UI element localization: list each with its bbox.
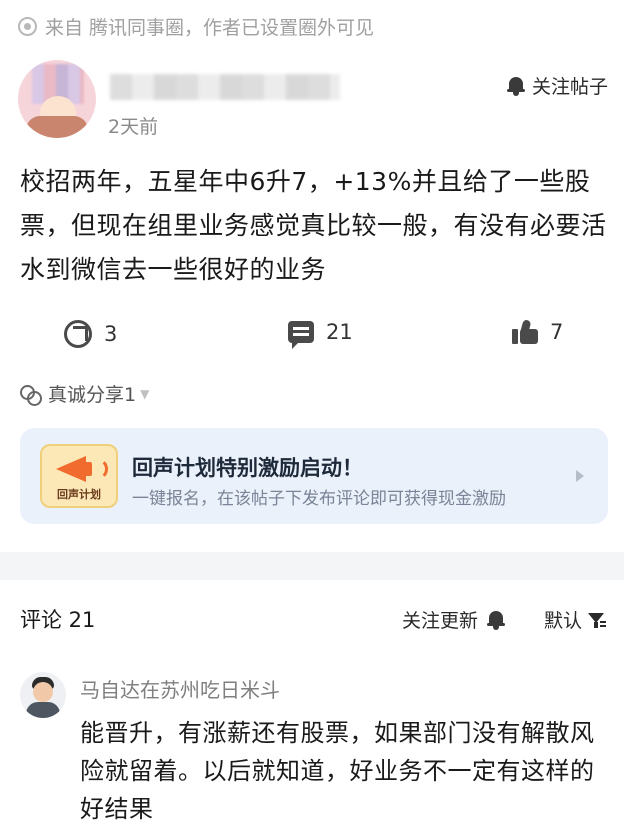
thumbs-up-icon — [512, 319, 538, 344]
like-count: 7 — [550, 320, 564, 344]
source-text: 来自 腾讯同事圈，作者已设置圈外可见 — [45, 16, 375, 39]
banner-logo-text: 回声计划 — [57, 488, 101, 501]
author-row: 2天前 关注帖子 — [18, 60, 610, 145]
commenter-avatar[interactable] — [20, 672, 66, 718]
sort-label: 默认 — [544, 610, 583, 632]
comment-icon — [288, 321, 314, 349]
banner-title: 回声计划特别激励启动！ — [132, 456, 363, 480]
post-time: 2天前 — [108, 116, 159, 138]
bell-icon — [506, 76, 526, 96]
bell-icon — [486, 610, 506, 630]
share-icon — [64, 320, 92, 348]
comment-item: 马自达在苏州吃日米斗 能晋升，有涨薪还有股票，如果部门没有解散风险就留着。以后就… — [0, 668, 624, 832]
author-avatar[interactable] — [18, 60, 96, 138]
caret-down-icon: ▼ — [140, 386, 150, 401]
tag-label: 真诚分享1 — [48, 384, 137, 406]
post-actions: 3 21 7 — [0, 312, 624, 356]
comments-title: 评论 21 — [20, 608, 96, 632]
source-circle-icon — [18, 16, 37, 36]
sort-button[interactable]: 默认 — [544, 606, 607, 633]
post-content: 校招两年，五星年中6升7，+13%并且给了一些股票，但现在组里业务感觉真比较一般… — [20, 167, 607, 284]
banner-subtitle: 一键报名，在该帖子下发布评论即可获得现金激励 — [132, 489, 506, 509]
follow-post-label: 关注帖子 — [531, 76, 608, 98]
comments-header: 评论 21 关注更新 默认 — [0, 598, 624, 638]
section-divider — [0, 552, 624, 580]
chevron-right-icon — [576, 470, 584, 482]
follow-updates-button[interactable]: 关注更新 — [402, 606, 506, 633]
megaphone-icon: 回声计划 — [40, 444, 118, 508]
repost-count: 3 — [104, 322, 118, 346]
follow-updates-label: 关注更新 — [402, 610, 479, 632]
author-name-redacted — [110, 74, 340, 100]
echo-plan-banner[interactable]: 回声计划 回声计划特别激励启动！ 一键报名，在该帖子下发布评论即可获得现金激励 — [20, 428, 608, 524]
comment-count: 21 — [326, 320, 353, 344]
commenter-name[interactable]: 马自达在苏州吃日米斗 — [80, 674, 280, 703]
repost-button[interactable]: 3 — [64, 320, 117, 348]
follow-post-button[interactable]: 关注帖子 — [506, 72, 608, 99]
tag-row[interactable]: 真诚分享1 ▼ — [20, 380, 149, 407]
comment-button[interactable]: 21 — [288, 320, 353, 349]
source-bar: 来自 腾讯同事圈，作者已设置圈外可见 — [18, 12, 374, 40]
like-button[interactable]: 7 — [512, 319, 564, 344]
comment-text: 能晋升，有涨薪还有股票，如果部门没有解散风险就留着。以后就知道，好业务不一定有这… — [80, 719, 595, 823]
filter-icon — [588, 611, 607, 629]
tag-icon — [20, 384, 42, 406]
